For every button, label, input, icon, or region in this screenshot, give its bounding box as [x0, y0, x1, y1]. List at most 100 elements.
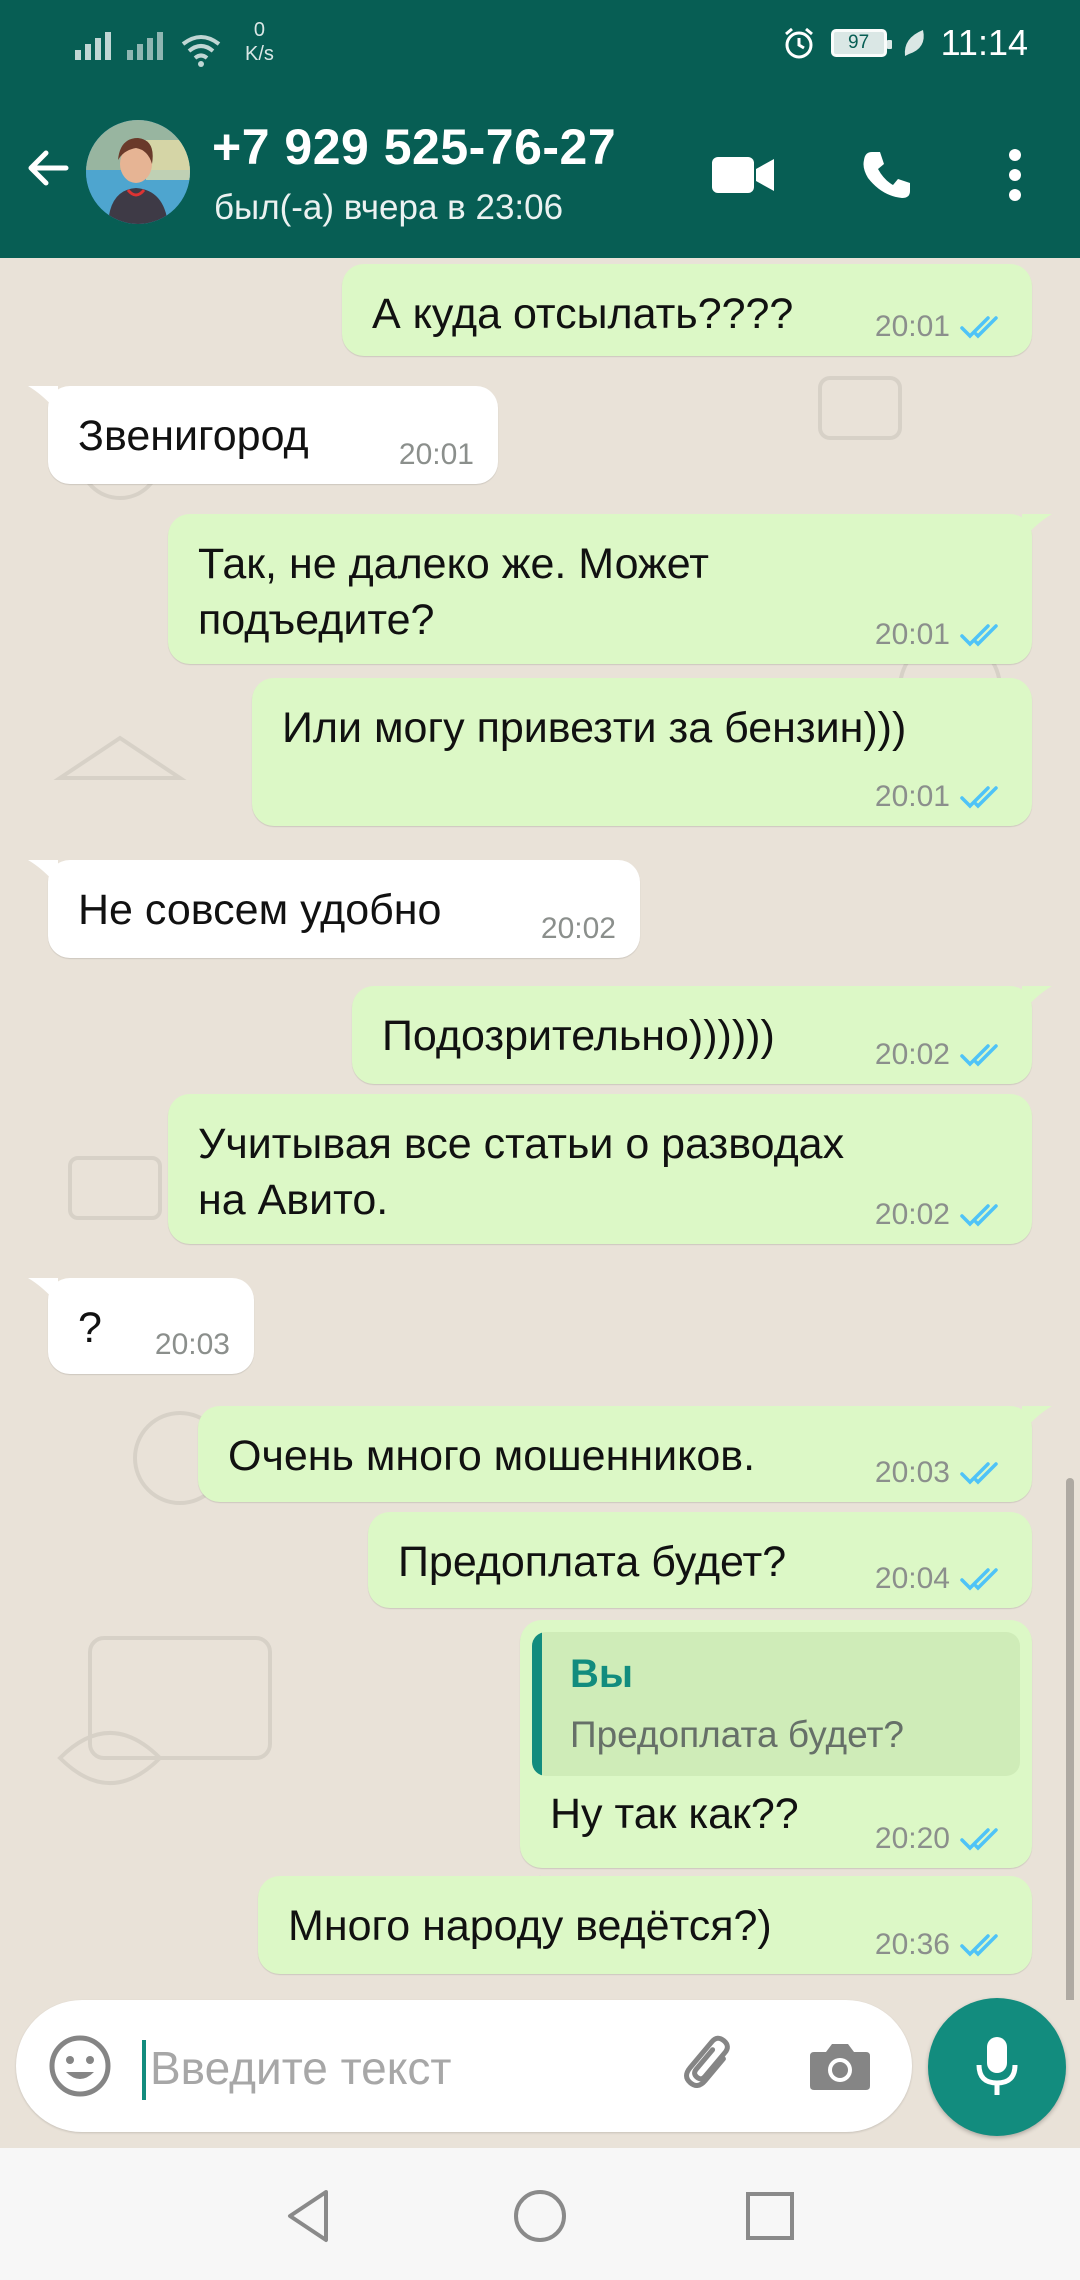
message-text: Ну так как??: [550, 1790, 799, 1838]
back-arrow-icon[interactable]: [20, 140, 76, 196]
message-text-line: на Авито.: [198, 1176, 389, 1224]
scrollbar[interactable]: [1066, 1478, 1074, 2000]
leaf-icon: [904, 30, 924, 56]
message-bubble-outgoing[interactable]: Много народу ведётся?) 20:36: [258, 1876, 1032, 1974]
message-bubble-reply[interactable]: Вы Предоплата будет? Ну так как?? 20:20: [520, 1620, 1032, 1868]
status-bar: 0 K/s 97 11:14: [0, 0, 1080, 90]
battery-icon: 97: [830, 29, 892, 57]
message-bubble-incoming[interactable]: Не совсем удобно 20:02: [28, 860, 640, 958]
nav-recents-icon[interactable]: [738, 2184, 802, 2248]
message-text: Так, не далеко же. Может подъедите?: [198, 536, 709, 648]
bubble-tail: [1022, 514, 1052, 540]
battery-level: 97: [848, 32, 870, 53]
more-vert-icon[interactable]: [980, 140, 1050, 210]
signal-icon: [75, 18, 111, 60]
read-receipt-icon: [960, 1462, 998, 1485]
read-receipt-icon: [960, 1204, 998, 1227]
signal-icon: [127, 18, 163, 60]
net-speed: 0 K/s: [245, 18, 274, 66]
message-time: 20:02: [874, 1038, 950, 1071]
read-receipt-icon: [960, 1568, 998, 1591]
contact-name[interactable]: +7 929 525-76-27: [212, 118, 616, 176]
message-meta: 20:01: [399, 438, 474, 472]
message-text-line: Учитывая все статьи о разводах: [198, 1120, 845, 1168]
wifi-icon: [181, 35, 221, 67]
message-time: 20:03: [874, 1456, 950, 1489]
message-bubble-outgoing[interactable]: Предоплата будет? 20:04: [368, 1512, 1032, 1608]
video-call-icon[interactable]: [708, 140, 778, 210]
message-bubble-outgoing[interactable]: А куда отсылать???? 20:01: [342, 264, 1032, 356]
quote-text: Предоплата будет?: [570, 1714, 904, 1755]
nav-home-icon[interactable]: [508, 2184, 572, 2248]
message-bubble-incoming[interactable]: ? 20:03: [28, 1278, 254, 1374]
quote-author: Вы: [570, 1652, 634, 1696]
system-nav-bar: [0, 2148, 1080, 2280]
message-text-line: Так, не далеко же. Может: [198, 540, 709, 588]
alarm-icon: [784, 27, 813, 59]
status-left: 0 K/s: [75, 18, 274, 72]
message-meta: 20:03: [875, 1456, 1006, 1490]
last-seen-status: был(-а) вчера в 23:06: [214, 188, 564, 227]
mic-icon: [976, 2037, 1018, 2095]
bubble-tail: [28, 860, 58, 886]
message-meta: 20:01: [875, 618, 1006, 652]
bubble-tail: [28, 386, 58, 412]
nav-back-icon[interactable]: [278, 2184, 342, 2248]
message-meta: 20:03: [155, 1328, 230, 1362]
message-bubble-outgoing[interactable]: Учитывая все статьи о разводах на Авито.…: [168, 1094, 1032, 1244]
attach-icon[interactable]: [674, 2030, 746, 2102]
message-text: Не совсем удобно: [78, 886, 442, 934]
chat-area[interactable]: А куда отсылать???? 20:01 Звенигород 20:…: [0, 258, 1080, 2000]
read-receipt-icon: [960, 1044, 998, 1067]
status-right: 97 11:14: [781, 22, 1028, 64]
message-text: Предоплата будет?: [398, 1538, 787, 1586]
message-bubble-outgoing[interactable]: Очень много мошенников. 20:03: [198, 1406, 1052, 1502]
message-text: Звенигород: [78, 412, 309, 460]
message-text: Подозрительно)))))): [382, 1012, 775, 1060]
message-meta: 20:02: [541, 912, 616, 946]
message-meta: 20:20: [875, 1822, 1006, 1856]
message-meta: 20:02: [875, 1198, 1006, 1232]
message-text: Много народу ведётся?): [288, 1902, 772, 1950]
mic-button[interactable]: [928, 1998, 1066, 2136]
message-text: Учитывая все статьи о разводах на Авито.: [198, 1116, 844, 1228]
read-receipt-icon: [960, 624, 998, 647]
message-time: 20:04: [874, 1562, 950, 1595]
camera-icon[interactable]: [806, 2032, 874, 2100]
message-bubble-incoming[interactable]: Звенигород 20:01: [28, 386, 498, 484]
message-input[interactable]: [150, 2036, 610, 2100]
message-composer: [16, 2000, 912, 2132]
text-caret: [142, 2040, 146, 2100]
message-time: 20:01: [874, 780, 950, 813]
message-text: Или могу привезти за бензин))): [282, 704, 907, 752]
message-time: 20:02: [874, 1198, 950, 1231]
bubble-tail: [1022, 986, 1052, 1012]
message-bubble-outgoing[interactable]: Так, не далеко же. Может подъедите? 20:0…: [168, 514, 1052, 664]
message-meta: 20:02: [875, 1038, 1006, 1072]
message-meta: 20:04: [875, 1562, 1006, 1596]
message-bubble-outgoing[interactable]: Подозрительно)))))) 20:02: [352, 986, 1052, 1084]
avatar-image: [86, 120, 190, 224]
message-time: 20:36: [874, 1928, 950, 1961]
clock: 11:14: [940, 22, 1028, 63]
message-text: ?: [78, 1304, 102, 1352]
quoted-message[interactable]: Вы Предоплата будет?: [532, 1632, 1020, 1776]
emoji-icon[interactable]: [46, 2032, 114, 2100]
net-speed-unit: K/s: [245, 43, 274, 65]
message-time: 20:03: [154, 1328, 230, 1361]
message-bubble-outgoing[interactable]: Или могу привезти за бензин))) 20:01: [252, 678, 1032, 826]
phone-icon[interactable]: [852, 140, 922, 210]
message-time: 20:01: [398, 438, 474, 471]
bubble-tail: [28, 1278, 58, 1304]
message-time: 20:02: [540, 912, 616, 945]
message-time: 20:01: [874, 310, 950, 343]
avatar[interactable]: [86, 120, 190, 224]
read-receipt-icon: [960, 786, 998, 809]
read-receipt-icon: [960, 1934, 998, 1957]
message-meta: 20:36: [875, 1928, 1006, 1962]
read-receipt-icon: [960, 1828, 998, 1851]
message-text: Очень много мошенников.: [228, 1432, 756, 1480]
message-meta: 20:01: [875, 780, 1006, 814]
chat-header: +7 929 525-76-27 был(-а) вчера в 23:06: [0, 90, 1080, 258]
message-time: 20:20: [874, 1822, 950, 1855]
